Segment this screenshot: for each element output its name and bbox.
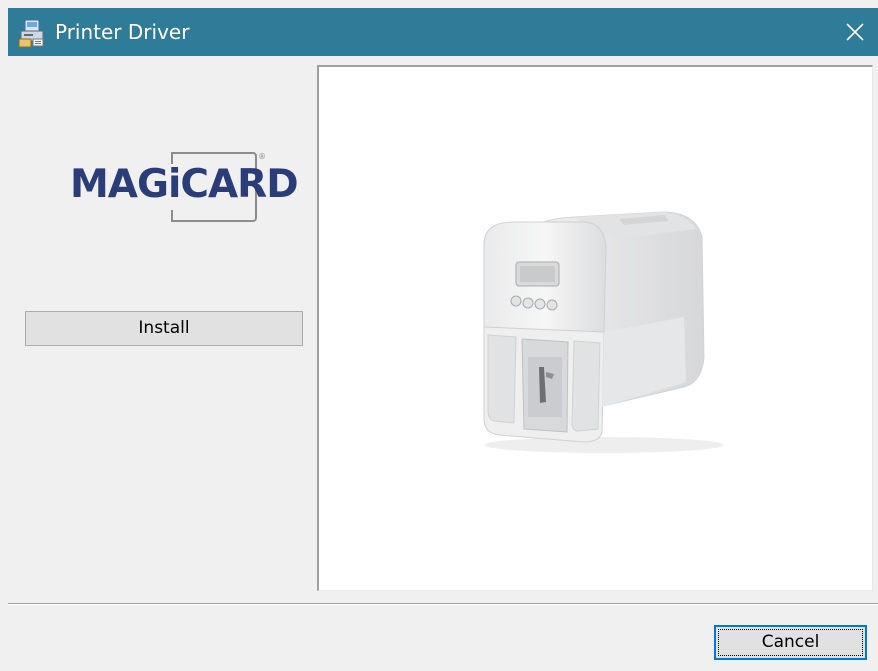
- logo-text: MAGiCARD: [70, 162, 299, 207]
- printer-preview-panel: [317, 65, 873, 591]
- installer-icon: [17, 18, 47, 48]
- installer-window: Printer Driver MAGiCARD ® Install Cancel: [0, 0, 878, 671]
- cancel-label: Cancel: [761, 632, 820, 652]
- title-bar[interactable]: Printer Driver: [8, 8, 878, 56]
- close-icon: [846, 23, 864, 41]
- footer-separator: [8, 603, 878, 605]
- window-title: Printer Driver: [55, 20, 190, 44]
- registered-mark: ®: [258, 152, 266, 161]
- cancel-button[interactable]: Cancel: [714, 625, 867, 660]
- install-button[interactable]: Install: [25, 311, 303, 346]
- close-button[interactable]: [832, 8, 878, 56]
- card-printer-image: [483, 211, 724, 453]
- magicard-logo: MAGiCARD ®: [70, 152, 299, 224]
- dialog-body: MAGiCARD ® Install Cancel: [8, 56, 878, 671]
